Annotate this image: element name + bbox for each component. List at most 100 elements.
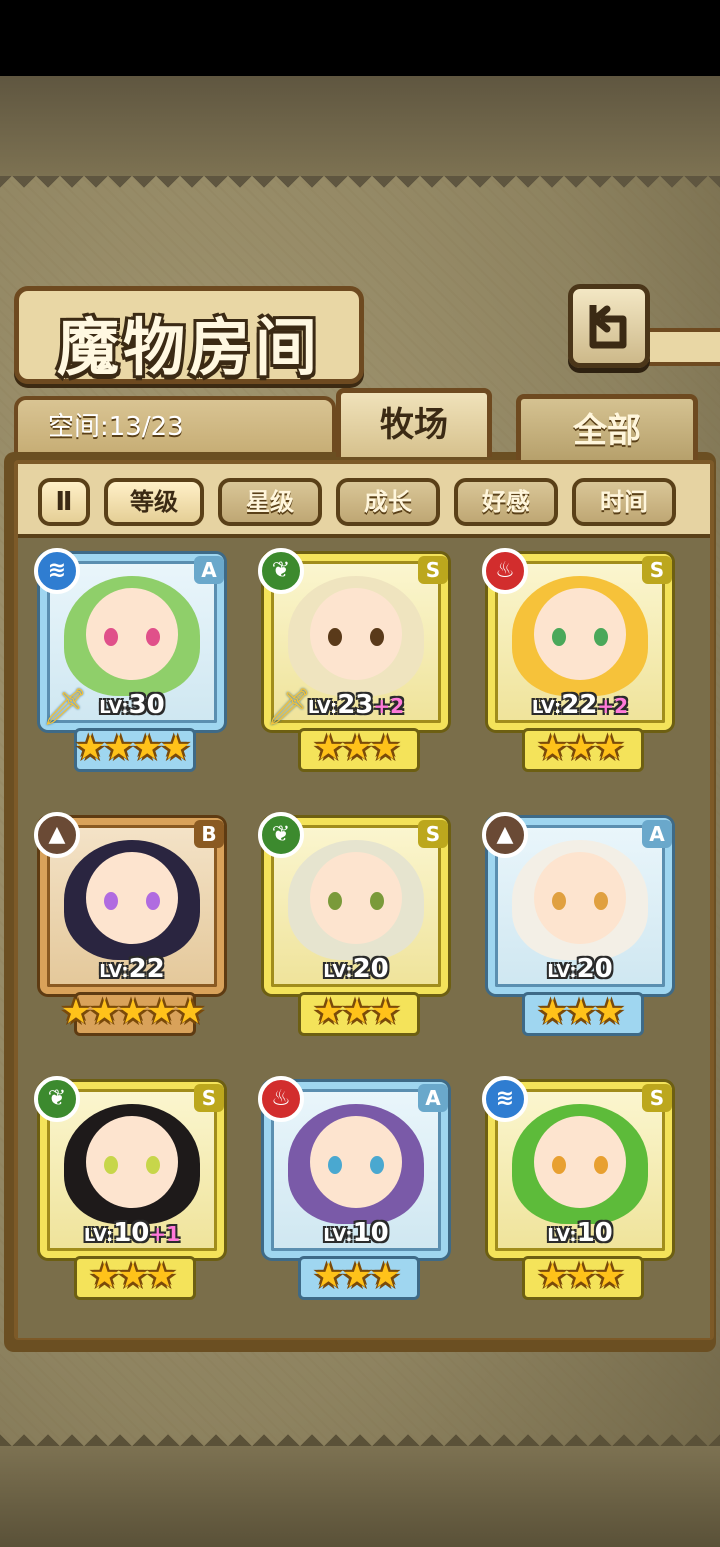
monster-left-eye (328, 628, 342, 646)
monster-face (86, 1116, 178, 1208)
monster-card[interactable]: ❦ S LV:10+1 ★★★ (34, 1076, 234, 1300)
level-label: LV:20 (482, 954, 678, 984)
level-value: 20 (576, 954, 613, 984)
wood-element-icon: ❦ (34, 1076, 80, 1122)
rank-badge: A (194, 556, 224, 584)
water-element-icon: ≋ (482, 1076, 528, 1122)
level-prefix: LV: (531, 697, 562, 718)
earth-element-icon: ▲ (34, 812, 80, 858)
star-rating: ★★★ (89, 1256, 176, 1296)
star-rating: ★★★ (313, 728, 400, 768)
level-prefix: LV: (99, 697, 129, 718)
sort-growth-button[interactable]: 成长 (336, 478, 440, 526)
top-zigzag-edge (0, 176, 720, 200)
rank-badge: B (194, 820, 224, 848)
wood-element-icon: ❦ (258, 812, 304, 858)
rank-badge: S (418, 820, 448, 848)
rank-badge: S (642, 1084, 672, 1112)
level-label: LV:22+2 (482, 690, 678, 720)
rank-badge: A (642, 820, 672, 848)
level-label: LV:22 (34, 954, 230, 984)
monster-card[interactable]: ▲ A LV:20 ★★★ (482, 812, 682, 1036)
monster-card[interactable]: ▲ B LV:22 ★★★★★ (34, 812, 234, 1036)
level-label: LV:20 (258, 954, 454, 984)
level-prefix: LV: (99, 961, 129, 982)
monster-card[interactable]: ≋ A 🗡 LV:30 ★★★★ (34, 548, 234, 772)
monster-card[interactable]: ≋ S LV:10 ★★★ (482, 1076, 682, 1300)
star-rating: ★★★★★ (60, 992, 205, 1032)
star-rating: ★★★ (537, 728, 624, 768)
sort-order-toggle[interactable]: Ⅱ (38, 478, 90, 526)
star-rating: ★★★ (537, 1256, 624, 1296)
monster-right-eye (594, 892, 608, 910)
level-label: LV:23+2 (258, 690, 454, 720)
monster-card[interactable]: ♨ A LV:10 ★★★ (258, 1076, 458, 1300)
star-rating: ★★★ (537, 992, 624, 1032)
monster-left-eye (552, 628, 566, 646)
rank-badge: S (194, 1084, 224, 1112)
return-icon (589, 305, 627, 349)
monster-left-eye (552, 892, 566, 910)
level-label: LV:10 (258, 1218, 454, 1248)
monster-left-eye (104, 1156, 118, 1174)
sort-time-button[interactable]: 时间 (572, 478, 676, 526)
star-rating: ★★★ (313, 992, 400, 1032)
level-value: 20 (352, 954, 389, 984)
game-screen: 魔物房间 空间:13/23 牧场 全部 Ⅱ 等级 星级 成长 好感 时间 ≋ A 🗡… (0, 76, 720, 1547)
monster-right-eye (370, 628, 384, 646)
level-value: 30 (128, 690, 165, 720)
title-plate: 魔物房间 (14, 286, 364, 384)
sort-level-button[interactable]: 等级 (104, 478, 204, 526)
monster-left-eye (104, 892, 118, 910)
level-label: LV:30 (34, 690, 230, 720)
monster-face (534, 1116, 626, 1208)
sort-bar: Ⅱ 等级 星级 成长 好感 时间 (18, 464, 710, 534)
monster-right-eye (594, 628, 608, 646)
level-value: 22 (128, 954, 165, 984)
sort-star-button[interactable]: 星级 (218, 478, 322, 526)
bottom-map-band (0, 1446, 720, 1547)
level-bonus: +1 (149, 1222, 181, 1246)
space-counter: 空间:13/23 (48, 412, 184, 442)
level-value: 22 (561, 690, 598, 720)
monster-right-eye (370, 1156, 384, 1174)
level-prefix: LV: (323, 961, 353, 982)
monster-face (310, 588, 402, 680)
rank-badge: S (418, 556, 448, 584)
sort-affection-button[interactable]: 好感 (454, 478, 558, 526)
tab-farm[interactable]: 牧场 (336, 388, 492, 457)
level-value: 10 (576, 1218, 613, 1248)
monster-face (534, 588, 626, 680)
monster-right-eye (146, 1156, 160, 1174)
level-prefix: LV: (547, 961, 577, 982)
bottom-zigzag-edge (0, 1422, 720, 1446)
monster-card[interactable]: ♨ S LV:22+2 ★★★ (482, 548, 682, 772)
level-bonus: +2 (597, 694, 629, 718)
level-value: 10 (113, 1218, 150, 1248)
monster-card[interactable]: ❦ S LV:20 ★★★ (258, 812, 458, 1036)
monster-face (534, 852, 626, 944)
monster-left-eye (328, 1156, 342, 1174)
monster-face (86, 588, 178, 680)
level-value: 23 (337, 690, 374, 720)
level-prefix: LV: (307, 697, 338, 718)
status-bar (0, 0, 720, 76)
back-button[interactable] (568, 284, 650, 368)
back-button-tail (640, 328, 720, 366)
monster-panel: Ⅱ 等级 星级 成长 好感 时间 ≋ A 🗡 LV:30 ★★★★ ❦ S 🗡 LV:23+2 ★… (14, 460, 714, 1340)
tab-all[interactable]: 全部 (516, 394, 698, 463)
level-prefix: LV: (323, 1225, 353, 1246)
monster-face (86, 852, 178, 944)
water-element-icon: ≋ (34, 548, 80, 594)
fire-element-icon: ♨ (258, 1076, 304, 1122)
monster-right-eye (594, 1156, 608, 1174)
level-label: LV:10+1 (34, 1218, 230, 1248)
monster-right-eye (370, 892, 384, 910)
monster-left-eye (552, 1156, 566, 1174)
monster-card[interactable]: ❦ S 🗡 LV:23+2 ★★★ (258, 548, 458, 772)
level-prefix: LV: (83, 1225, 114, 1246)
monster-right-eye (146, 892, 160, 910)
level-prefix: LV: (547, 1225, 577, 1246)
earth-element-icon: ▲ (482, 812, 528, 858)
rank-badge: S (642, 556, 672, 584)
